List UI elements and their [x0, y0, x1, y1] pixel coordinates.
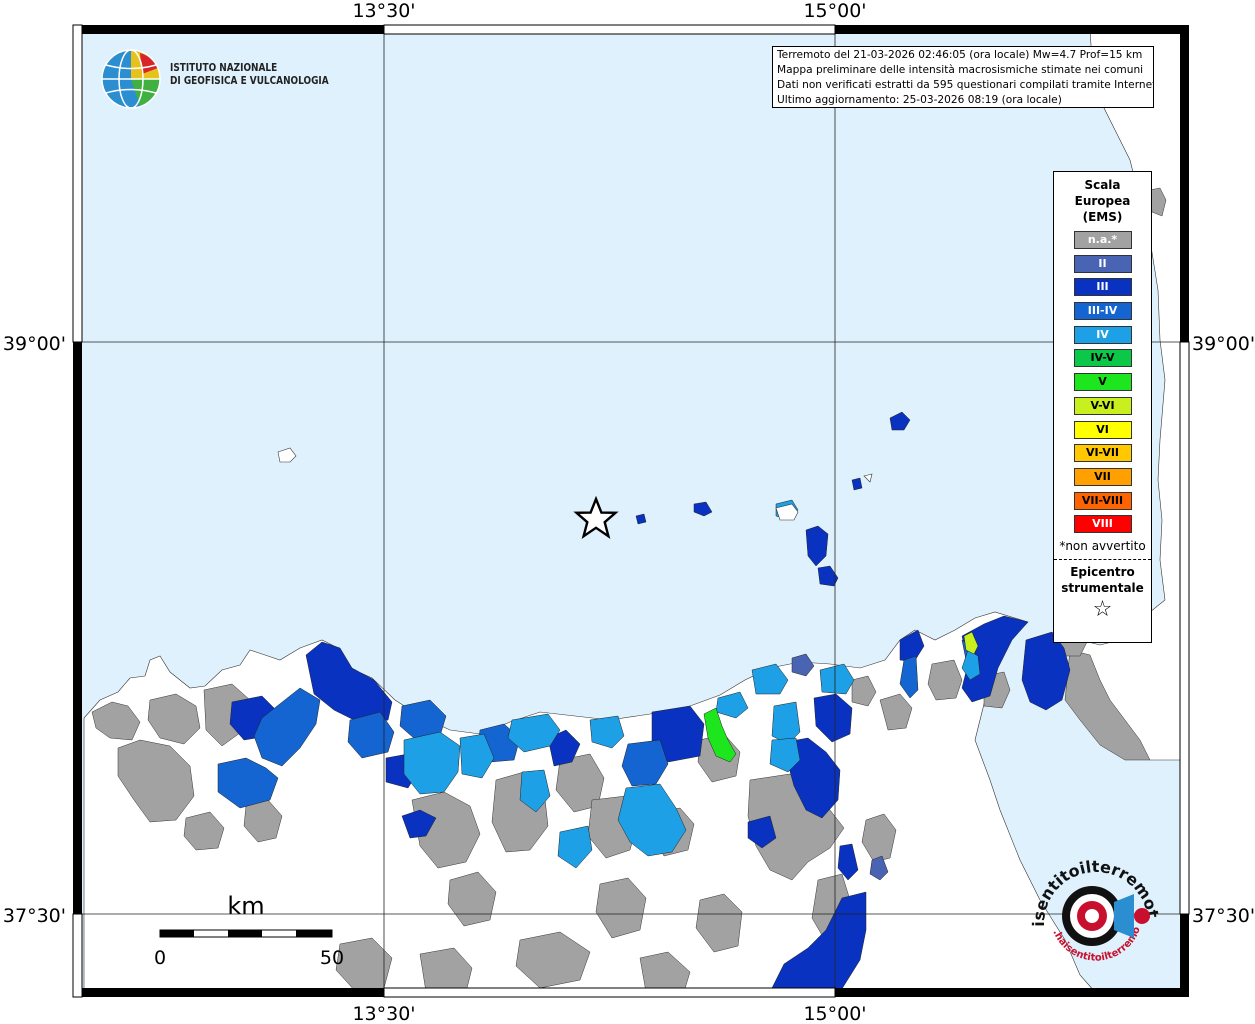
legend-item: V-VI [1073, 396, 1132, 415]
legend-item: VIII [1073, 515, 1132, 534]
legend-item: n.a.* [1073, 231, 1132, 249]
event-info-line-3: Dati non verificati estratti da 595 ques… [777, 79, 1154, 91]
lon-label-bottom-2: 15°00' [803, 1003, 866, 1024]
lat-label-right-2: 37°30' [1192, 905, 1255, 927]
lat-label-left-2: 37°30' [3, 905, 66, 927]
legend-item: V [1073, 373, 1132, 392]
legend-epicenter-2: strumentale [1061, 580, 1144, 595]
event-info-box: Terremoto del 21-03-2026 02:46:05 (ora l… [772, 46, 1154, 108]
intensity-legend: Scala Europea (EMS) n.a.* II III III-IV IV IV… [1053, 171, 1152, 643]
event-info-line-2: Mappa preliminare delle intensità macros… [777, 64, 1144, 76]
hsit-logo: haisentitoilterremoto.it www.haisentitoi… [1030, 858, 1160, 964]
lat-label-right-1: 39°00' [1192, 333, 1255, 355]
ingv-logo: ISTITUTO NAZIONALE DI GEOFISICA E VULCAN… [100, 48, 329, 110]
ingv-globe-icon [101, 49, 161, 109]
legend-item: III-IV [1073, 302, 1132, 321]
scale-start: 0 [154, 947, 166, 969]
legend-title-1: Scala [1084, 178, 1121, 192]
legend-item: II [1073, 254, 1132, 273]
legend-note: *non avvertito [1059, 538, 1146, 553]
lon-label-bottom-1: 13°30' [352, 1003, 415, 1024]
legend-item: VI-VII [1073, 444, 1132, 463]
scale-end: 50 [320, 947, 344, 969]
legend-epicenter-1: Epicentro [1070, 564, 1135, 579]
legend-item: VII [1073, 467, 1132, 486]
legend-star-icon: ☆ [1092, 596, 1113, 622]
event-info-line-1: Terremoto del 21-03-2026 02:46:05 (ora l… [777, 49, 1143, 61]
legend-item: VI [1073, 420, 1132, 439]
legend-items: n.a.* II III III-IV IV IV-V V V-VI VI VI-VII VII VI… [1054, 231, 1151, 534]
legend-item: IV [1073, 325, 1132, 344]
event-info-line-4: Ultimo aggiornamento: 25-03-2026 08:19 (… [777, 94, 1062, 106]
lon-label-top-2: 15°00' [803, 0, 866, 22]
legend-separator [1054, 558, 1151, 560]
legend-title-3: (EMS) [1082, 210, 1123, 224]
legend-item: VII-VIII [1073, 491, 1132, 510]
ingv-line-2: DI GEOFISICA E VULCANOLOGIA [170, 75, 329, 87]
ingv-line-1: ISTITUTO NAZIONALE [170, 62, 278, 74]
scale-unit: km [227, 892, 264, 920]
legend-title-2: Europea [1074, 194, 1131, 208]
legend-item: III [1073, 278, 1132, 297]
lon-label-top-1: 13°30' [352, 0, 415, 22]
legend-item: IV-V [1073, 349, 1132, 368]
lat-label-left-1: 39°00' [3, 333, 66, 355]
